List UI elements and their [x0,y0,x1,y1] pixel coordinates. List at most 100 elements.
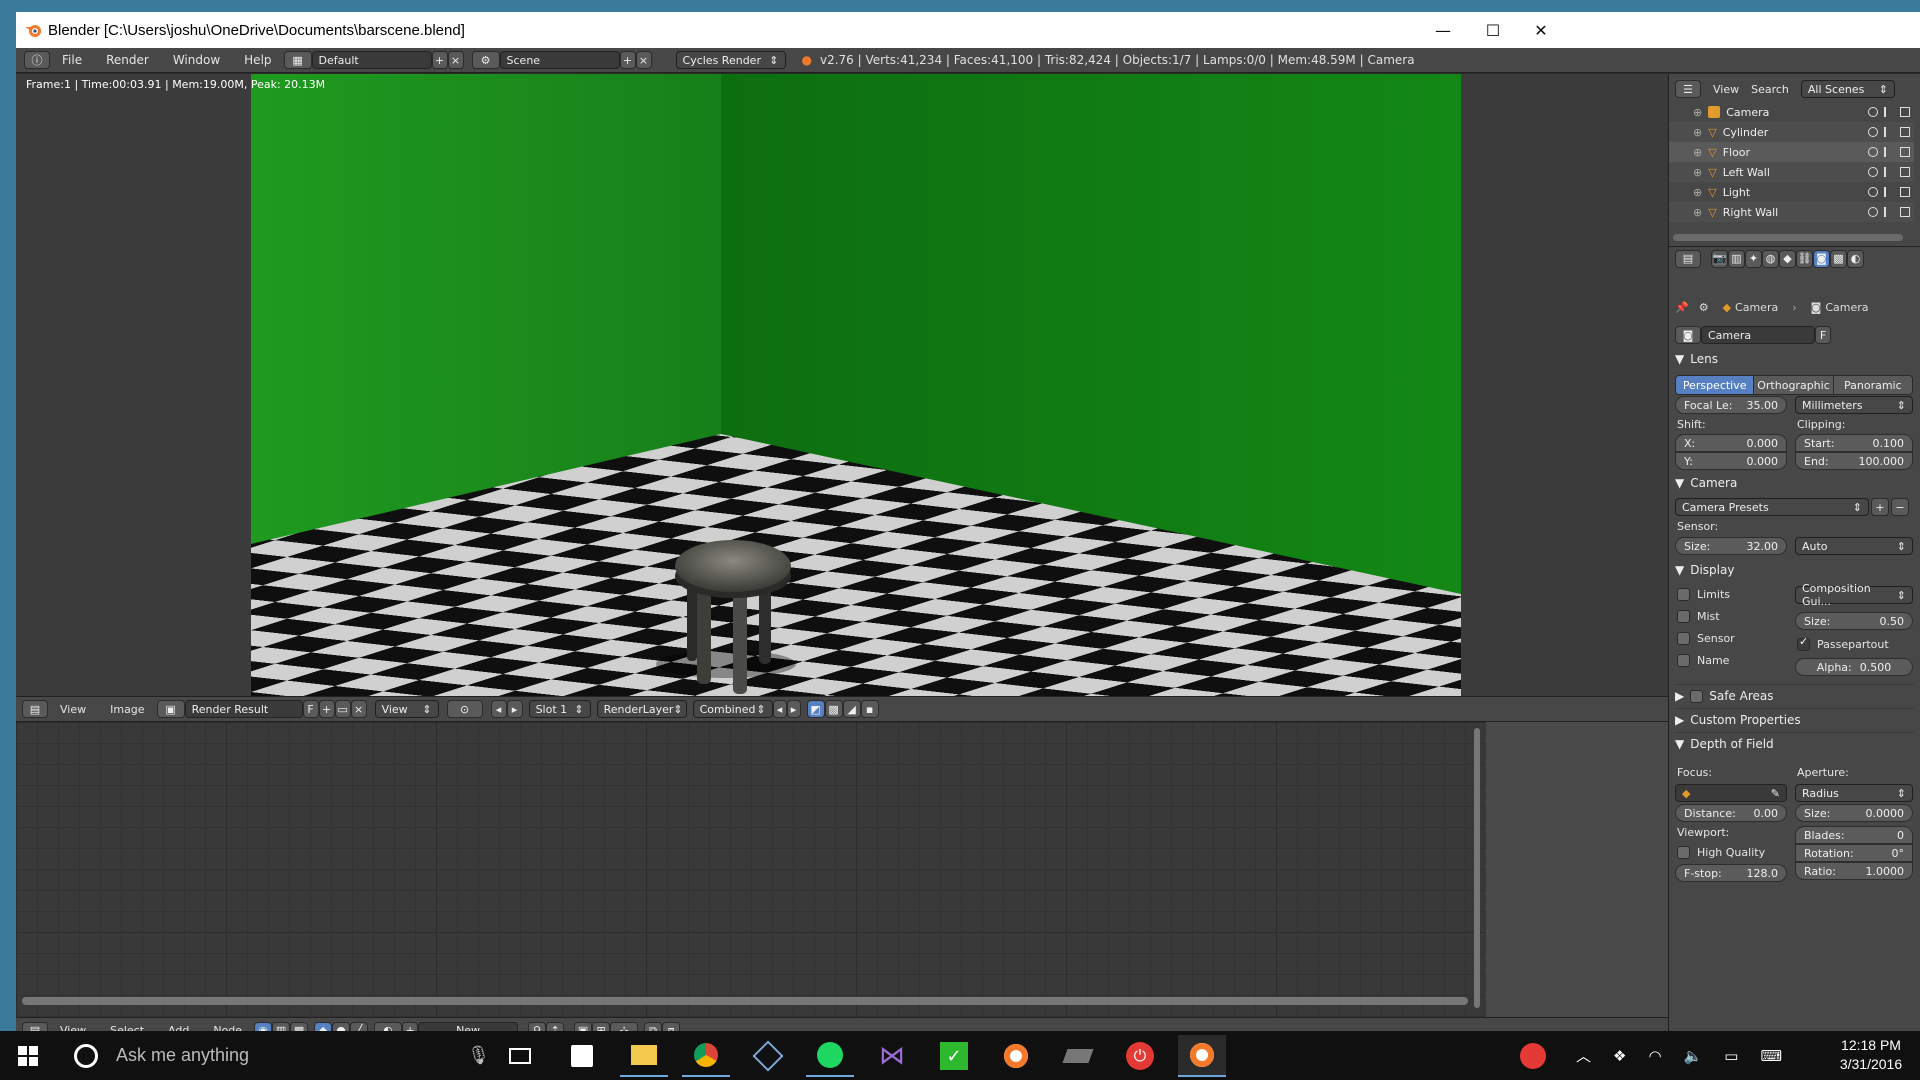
screen-layout-field[interactable]: Default [311,51,432,69]
expand-icon[interactable]: ⊕ [1693,146,1702,159]
outliner-view-menu[interactable]: View [1713,83,1739,96]
eyedropper-icon[interactable]: ✎ [1771,787,1780,800]
slot-dropdown[interactable]: Slot 1 ⇕ [528,700,591,718]
microphone-icon[interactable]: 🎙 [467,1045,490,1066]
selectability-cursor-icon[interactable] [1884,187,1894,197]
expand-icon[interactable]: ⊕ [1693,186,1702,199]
render-layer-dropdown[interactable]: RenderLayer ⇕ [596,700,687,718]
rotation-field[interactable]: Rotation: 0° [1795,844,1913,862]
browse-image-icon[interactable]: ▣ [156,700,185,718]
blender-active-taskbar-icon[interactable] [1178,1035,1226,1077]
safe-areas-checkbox[interactable] [1690,689,1704,703]
camera-fake-user-button[interactable]: F [1815,326,1831,344]
remove-preset-icon[interactable]: − [1891,498,1909,516]
mist-checkbox[interactable] [1677,610,1690,623]
texture-tab-icon[interactable]: ▩ [1830,249,1847,268]
editor-type-properties-icon[interactable]: ▤ [1675,249,1701,268]
dof-panel-header[interactable]: ▼ Depth of Field [1675,732,1914,751]
power-app-icon[interactable]: ⏻ [1116,1035,1164,1077]
selectability-cursor-icon[interactable] [1884,207,1894,217]
expand-icon[interactable]: ⊕ [1693,106,1702,119]
safe-areas-panel-header[interactable]: ▶ Safe Areas [1675,684,1914,703]
aperture-size-field[interactable]: Size: 0.0000 [1795,804,1913,822]
fake-user-button[interactable]: F [302,700,319,718]
dropbox-icon[interactable]: ❖ [1613,1047,1626,1065]
menu-window[interactable]: Window [173,53,220,67]
outliner-row-floor[interactable]: ⊕ ▽ Floor [1669,142,1914,162]
cortana-search-box[interactable]: Ask me anything 🎙 [60,1031,490,1080]
pin-icon[interactable]: 📌 [1675,301,1689,314]
renderability-camera-icon[interactable] [1900,127,1910,137]
fstop-field[interactable]: F-stop: 128.0 [1675,864,1787,882]
expand-icon[interactable]: ⊕ [1693,166,1702,179]
scene-field[interactable]: Scene [499,51,620,69]
clip-end-field[interactable]: End: 100.000 [1795,452,1913,470]
alpha-field[interactable]: Alpha: 0.500 [1795,658,1913,676]
renderability-camera-icon[interactable] [1900,107,1910,117]
expand-icon[interactable]: ⊕ [1693,206,1702,219]
display-alpha-icon[interactable]: ▩ [824,700,843,718]
wifi-icon[interactable]: ◠ [1648,1047,1661,1065]
vertical-scrollbar[interactable] [1474,728,1480,1008]
outliner-item-label[interactable]: Camera [1726,106,1769,119]
add-scene-icon[interactable]: + [619,51,636,69]
sensor-checkbox[interactable] [1677,632,1690,645]
lens-panel-header[interactable]: ▼ Lens [1675,352,1914,366]
ratio-field[interactable]: Ratio: 1.0000 [1795,862,1913,880]
render-pass-dropdown[interactable]: Combined ⇕ [692,700,773,718]
expand-icon[interactable]: ⊕ [1693,126,1702,139]
image-name-field[interactable]: Render Result [184,700,303,718]
blender-taskbar-icon[interactable] [992,1035,1040,1077]
visibility-eye-icon[interactable] [1868,187,1878,197]
prev-pass-icon[interactable]: ◂ [772,700,787,718]
screen-layout-icon[interactable]: ▦ [283,51,312,69]
menu-render[interactable]: Render [106,53,149,67]
heart-monitor-icon[interactable] [1520,1042,1546,1069]
physics-tab-icon[interactable]: ◐ [1847,249,1864,268]
spotify-icon[interactable] [806,1035,854,1077]
editor-type-outliner-icon[interactable]: ☰ [1675,80,1701,98]
show-hidden-icons-chevron-icon[interactable]: ︿ [1576,1045,1591,1066]
perspective-button[interactable]: Perspective [1676,376,1755,394]
renderability-camera-icon[interactable] [1900,187,1910,197]
outliner-item-label[interactable]: Light [1723,186,1750,199]
remove-scene-icon[interactable]: × [635,51,652,69]
unlink-image-icon[interactable]: × [350,700,367,718]
browse-camera-icon[interactable]: ◙ [1675,326,1701,344]
limits-checkbox[interactable] [1677,588,1690,601]
scene-tab-icon[interactable]: ✦ [1745,249,1762,268]
display-z-icon[interactable]: ◢ [842,700,861,718]
display-panel-header[interactable]: ▼ Display [1675,563,1914,577]
game-app-icon[interactable] [1054,1035,1102,1077]
lens-unit-dropdown[interactable]: Millimeters ⇕ [1795,396,1913,414]
outliner-row-light[interactable]: ⊕ ▽ Light [1669,182,1914,202]
scene-icon[interactable]: ⚙ [471,51,500,69]
menu-image[interactable]: Image [110,703,144,716]
visibility-eye-icon[interactable] [1868,147,1878,157]
camera-data-tab-icon[interactable]: ◙ [1813,249,1830,268]
add-preset-icon[interactable]: + [1871,498,1889,516]
focus-object-field[interactable]: ◆ ✎ [1675,784,1787,802]
open-image-icon[interactable]: ▭ [334,700,351,718]
object-tab-icon[interactable]: ◆ [1779,249,1796,268]
camera-presets-dropdown[interactable]: Camera Presets ⇕ [1675,498,1869,516]
pivot-icon[interactable]: ⊙ [446,700,483,718]
menu-help[interactable]: Help [244,53,271,67]
remove-layout-icon[interactable]: × [447,51,464,69]
camera-datablock-field[interactable]: Camera [1701,326,1815,344]
outliner-item-label[interactable]: Left Wall [1723,166,1770,179]
virtualbox-icon[interactable] [744,1035,792,1077]
start-windows-icon[interactable] [4,1035,52,1077]
shift-x-field[interactable]: X: 0.000 [1675,434,1787,452]
view-mode-dropdown[interactable]: View ⇕ [374,700,439,718]
outliner-row-camera[interactable]: ⊕ Camera [1669,102,1914,122]
outliner-item-label[interactable]: Cylinder [1723,126,1769,139]
focus-distance-field[interactable]: Distance: 0.00 [1675,804,1787,822]
next-pass-icon[interactable]: ▸ [786,700,801,718]
action-center-icon[interactable]: ▭ [1724,1047,1738,1065]
sensor-fit-dropdown[interactable]: Auto ⇕ [1795,537,1913,555]
keyboard-icon[interactable]: ⌨ [1760,1047,1782,1065]
next-slot-icon[interactable]: ▸ [506,700,523,718]
prev-slot-icon[interactable]: ◂ [490,700,507,718]
custom-properties-panel-header[interactable]: ▶ Custom Properties [1675,708,1914,727]
